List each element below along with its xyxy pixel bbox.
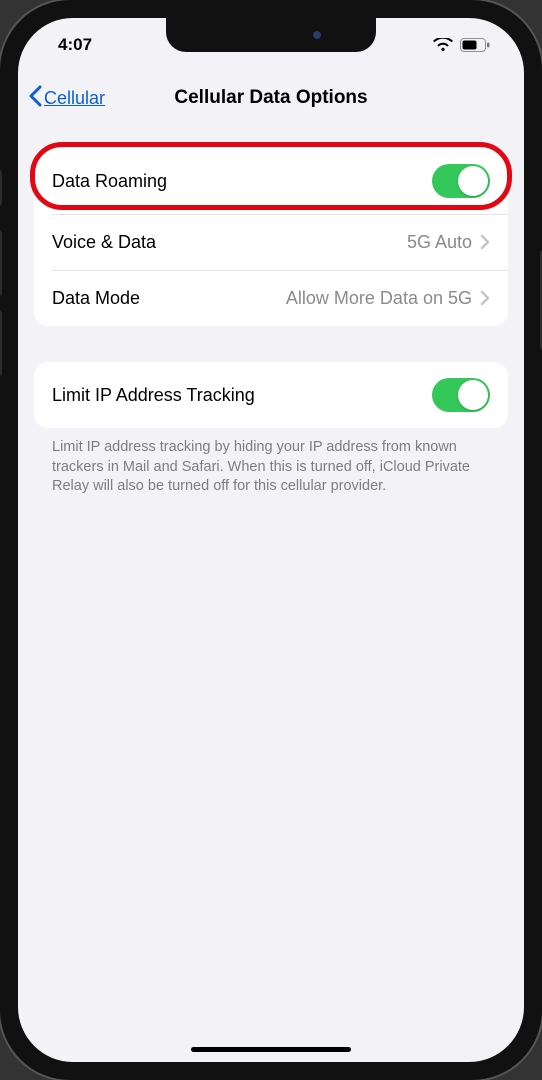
row-voice-data[interactable]: Voice & Data 5G Auto bbox=[34, 214, 508, 270]
status-time: 4:07 bbox=[58, 35, 92, 55]
home-indicator[interactable] bbox=[191, 1047, 351, 1052]
battery-icon bbox=[460, 38, 490, 52]
row-limit-ip[interactable]: Limit IP Address Tracking bbox=[34, 362, 508, 428]
footer-note: Limit IP address tracking by hiding your… bbox=[34, 438, 508, 497]
wifi-icon bbox=[433, 38, 453, 52]
back-button[interactable]: Cellular bbox=[28, 85, 105, 112]
row-data-roaming[interactable]: Data Roaming bbox=[34, 148, 508, 214]
row-label: Data Roaming bbox=[52, 171, 432, 192]
chevron-right-icon bbox=[480, 234, 490, 250]
row-label: Limit IP Address Tracking bbox=[52, 385, 432, 406]
nav-bar: Cellular Cellular Data Options bbox=[18, 72, 524, 124]
settings-group-2: Limit IP Address Tracking bbox=[34, 362, 508, 428]
row-label: Data Mode bbox=[52, 288, 286, 309]
status-icons bbox=[433, 38, 490, 52]
row-value: Allow More Data on 5G bbox=[286, 288, 472, 309]
back-label: Cellular bbox=[44, 88, 105, 109]
chevron-right-icon bbox=[480, 290, 490, 306]
row-value: 5G Auto bbox=[407, 232, 472, 253]
row-label: Voice & Data bbox=[52, 232, 407, 253]
chevron-left-icon bbox=[28, 85, 42, 112]
content: Data Roaming Voice & Data 5G Auto Data M… bbox=[18, 124, 524, 1062]
settings-group-1: Data Roaming Voice & Data 5G Auto Data M… bbox=[34, 148, 508, 326]
data-roaming-toggle[interactable] bbox=[432, 164, 490, 198]
limit-ip-toggle[interactable] bbox=[432, 378, 490, 412]
row-data-mode[interactable]: Data Mode Allow More Data on 5G bbox=[34, 270, 508, 326]
